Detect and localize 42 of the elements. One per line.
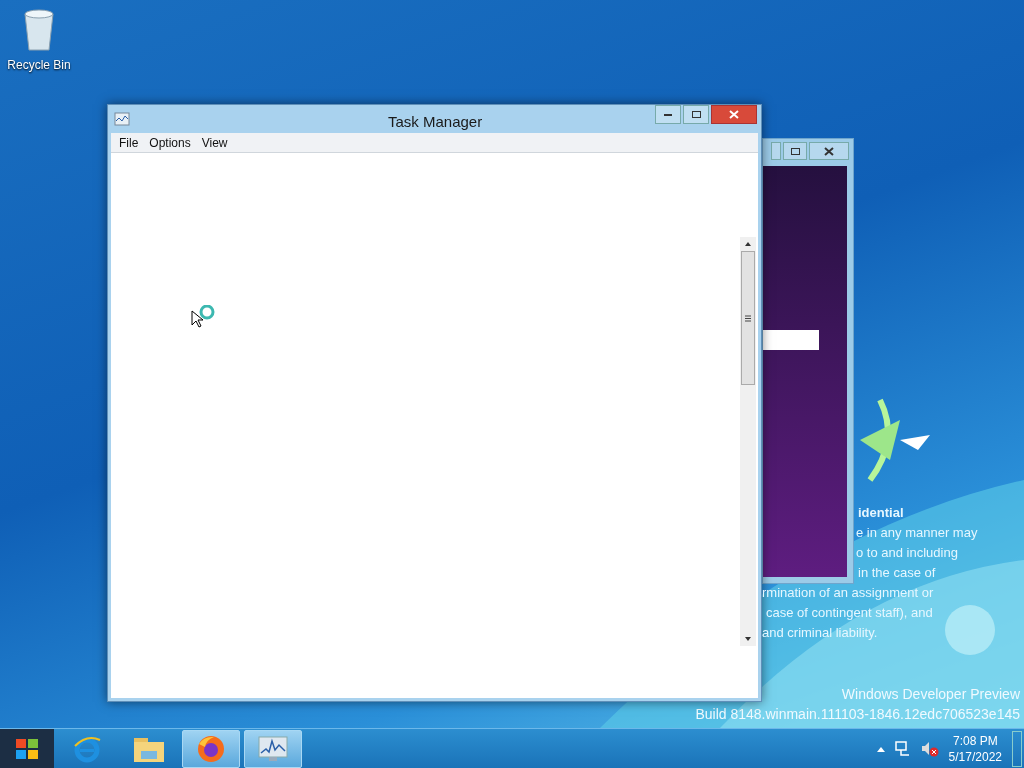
windows-logo-icon [14, 736, 40, 761]
taskbar-app[interactable] [182, 729, 240, 768]
notice-line: case of contingent staff), and [766, 604, 933, 622]
muted-speaker-icon[interactable] [920, 740, 939, 757]
start-button[interactable] [0, 728, 54, 768]
app-icon[interactable] [114, 112, 130, 126]
close-icon [824, 146, 834, 156]
maximize-icon [691, 111, 701, 118]
grip-icon [745, 314, 751, 322]
close-button[interactable] [711, 105, 757, 124]
clock-time[interactable]: 7:08 PM [952, 732, 998, 749]
window-title: Task Manager [388, 112, 483, 132]
maximize-button[interactable] [683, 105, 709, 124]
notice-line: and criminal liability. [762, 624, 878, 642]
notice-line: rmination of an assignment or [762, 584, 934, 602]
menu-item[interactable]: Options [145, 133, 195, 152]
scrollbar[interactable] [740, 237, 756, 646]
blank-strip [763, 330, 819, 350]
notice-line: in the case of [858, 564, 936, 582]
show-desktop-button[interactable] [1012, 730, 1022, 767]
notice-heading: idential [858, 504, 904, 522]
menu-item[interactable]: File [115, 133, 143, 152]
build-text: Windows Developer Preview [841, 685, 1020, 704]
minimize-button[interactable] [655, 105, 681, 124]
close-button[interactable] [809, 142, 849, 160]
close-icon [729, 110, 739, 119]
maximize-button[interactable] [783, 142, 807, 160]
show-hidden-icon[interactable] [876, 745, 885, 752]
icon-label: Recycle Bin [7, 57, 71, 74]
notice-line: o to and including [856, 544, 958, 562]
notice-line: e in any manner may [856, 524, 978, 542]
recycle-bin-icon[interactable] [21, 8, 57, 52]
clock-date[interactable]: 5/17/2022 [948, 748, 1002, 765]
scroll-thumb[interactable] [741, 251, 755, 385]
maximize-icon [790, 147, 800, 155]
network-icon[interactable] [894, 740, 911, 757]
fox-globe-icon [196, 733, 226, 764]
taskbar-app[interactable] [244, 729, 302, 768]
build-text: Build 8148.winmain.111103-1846.12edc706523e145 [695, 705, 1020, 724]
menu-item[interactable]: View [197, 133, 232, 152]
minimize-icon [664, 113, 672, 116]
performance-monitor-icon [257, 734, 289, 763]
